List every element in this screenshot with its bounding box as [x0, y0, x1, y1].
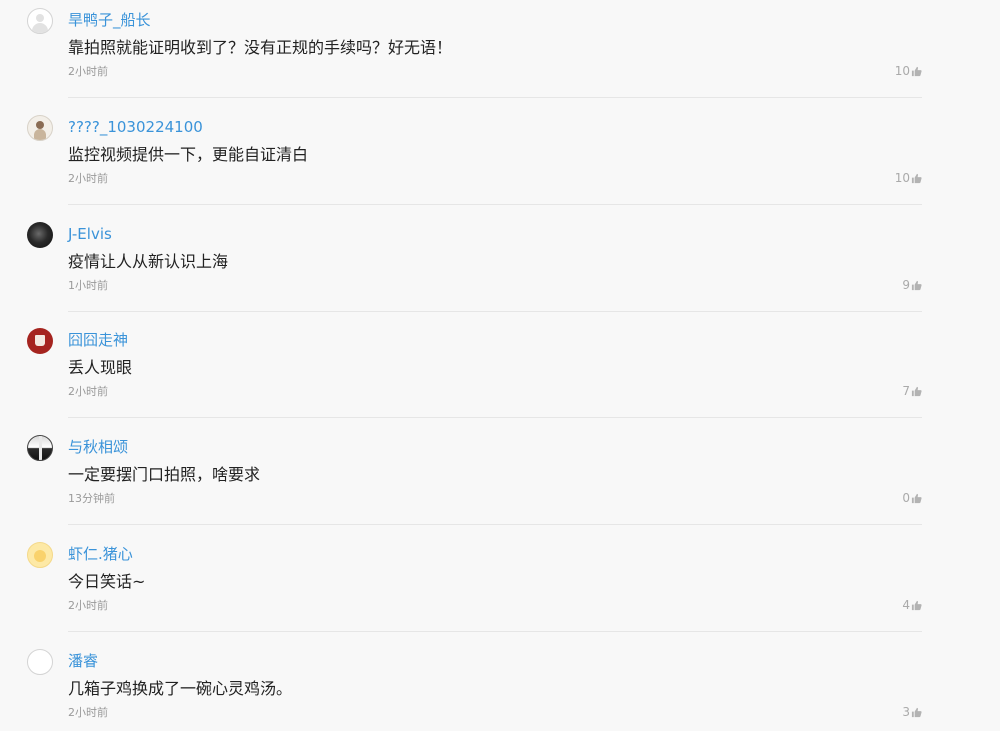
- comment-item: 与秋相颂 一定要摆门口拍照，啥要求 13分钟前 0: [0, 427, 1000, 533]
- like-count: 3: [902, 705, 910, 719]
- comment-content: 丢人现眼: [68, 358, 133, 377]
- thumbs-up-icon: [911, 173, 922, 183]
- comment-time: 2小时前: [68, 599, 108, 612]
- comment-username[interactable]: 潘睿: [68, 650, 98, 672]
- red-avatar[interactable]: [27, 328, 53, 354]
- like-button[interactable]: 7: [902, 382, 922, 400]
- thumbs-up-icon: [911, 707, 922, 717]
- comment-item: 囧囧走神 丢人现眼 2小时前 7: [0, 320, 1000, 426]
- thumbs-up-icon: [911, 600, 922, 610]
- comment-item: ????_1030224100 监控视频提供一下，更能自证清白 2小时前 10: [0, 107, 1000, 213]
- comment-content: 靠拍照就能证明收到了？没有正规的手续吗？好无语！: [68, 38, 453, 57]
- like-count: 0: [902, 491, 910, 505]
- divider: [68, 311, 922, 312]
- default-avatar[interactable]: [27, 649, 53, 675]
- comment-item: J-Elvis 疫情让人从新认识上海 1小时前 9: [0, 214, 1000, 320]
- comment-item: 虾仁.猪心 今日笑话~ 2小时前 4: [0, 534, 1000, 640]
- divider: [68, 97, 922, 98]
- divider: [68, 204, 922, 205]
- comment-item: 旱鸭子_船长 靠拍照就能证明收到了？没有正规的手续吗？好无语！ 2小时前 10: [0, 0, 1000, 106]
- comment-content: 一定要摆门口拍照，啥要求: [68, 465, 261, 484]
- comment-username[interactable]: 旱鸭子_船长: [68, 9, 151, 31]
- comment-list: 旱鸭子_船长 靠拍照就能证明收到了？没有正规的手续吗？好无语！ 2小时前 10 …: [0, 0, 1000, 731]
- comment-username[interactable]: J-Elvis: [68, 223, 112, 245]
- thumbs-up-icon: [911, 386, 922, 396]
- default-avatar[interactable]: [27, 8, 53, 34]
- comment-time: 2小时前: [68, 385, 108, 398]
- like-count: 4: [902, 598, 910, 612]
- like-count: 9: [902, 278, 910, 292]
- like-button[interactable]: 10: [895, 62, 922, 80]
- like-button[interactable]: 10: [895, 169, 922, 187]
- comment-time: 1小时前: [68, 279, 108, 292]
- comment-time: 2小时前: [68, 65, 108, 78]
- comment-time: 2小时前: [68, 172, 108, 185]
- like-button[interactable]: 4: [902, 596, 922, 614]
- split-avatar[interactable]: [27, 435, 53, 461]
- like-button[interactable]: 0: [902, 489, 922, 507]
- dark-avatar[interactable]: [27, 222, 53, 248]
- comment-content: 监控视频提供一下，更能自证清白: [68, 145, 309, 164]
- divider: [68, 524, 922, 525]
- like-count: 7: [902, 384, 910, 398]
- comment-username[interactable]: ????_1030224100: [68, 116, 203, 138]
- thumbs-up-icon: [911, 493, 922, 503]
- comment-username[interactable]: 虾仁.猪心: [68, 543, 133, 565]
- comment-content: 几箱子鸡换成了一碗心灵鸡汤。: [68, 679, 293, 698]
- comment-username[interactable]: 与秋相颂: [68, 436, 128, 458]
- like-button[interactable]: 3: [902, 703, 922, 721]
- photo-avatar[interactable]: [27, 115, 53, 141]
- divider: [68, 417, 922, 418]
- like-button[interactable]: 9: [902, 276, 922, 294]
- thumbs-up-icon: [911, 66, 922, 76]
- thumbs-up-icon: [911, 280, 922, 290]
- comment-item: 潘睿 几箱子鸡换成了一碗心灵鸡汤。 2小时前 3: [0, 641, 1000, 731]
- like-count: 10: [894, 64, 910, 78]
- yellow-avatar[interactable]: [27, 542, 53, 568]
- comment-time: 13分钟前: [68, 492, 115, 505]
- divider: [68, 631, 922, 632]
- comment-username[interactable]: 囧囧走神: [68, 329, 128, 351]
- like-count: 10: [894, 171, 910, 185]
- comment-time: 2小时前: [68, 706, 108, 719]
- comment-content: 今日笑话~: [68, 572, 146, 591]
- comment-content: 疫情让人从新认识上海: [68, 252, 229, 271]
